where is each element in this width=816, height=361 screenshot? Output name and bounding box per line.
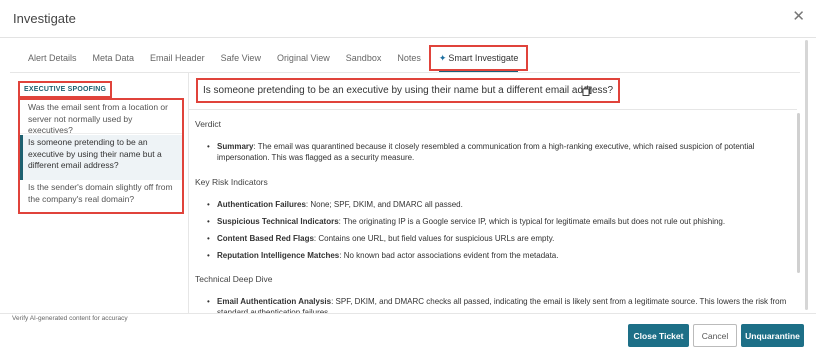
tab-safe-view[interactable]: Safe View xyxy=(213,44,269,72)
list-item: Authentication Failures: None; SPF, DKIM… xyxy=(207,199,793,210)
section-heading-verdict: Verdict xyxy=(195,119,221,129)
dialog-title: Investigate xyxy=(13,11,76,26)
list-item: Content Based Red Flags: Contains one UR… xyxy=(207,233,793,244)
question-item[interactable]: Was the email sent from a location or se… xyxy=(20,102,182,135)
item-label: Content Based Red Flags xyxy=(217,234,314,243)
dialog-header: Investigate ✕ xyxy=(0,0,816,38)
item-text: : Contains one URL, but field values for… xyxy=(313,234,555,243)
item-label: Email Authentication Analysis xyxy=(217,297,332,306)
list-item: Summary: The email was quarantined becau… xyxy=(207,141,793,163)
category-label: EXECUTIVE SPOOFING xyxy=(18,81,113,98)
item-text: : The originating IP is a Google service… xyxy=(338,217,726,226)
dialog-scrollbar[interactable] xyxy=(805,40,808,310)
heading-divider xyxy=(189,109,797,110)
tab-bar: Alert Details Meta Data Email Header Saf… xyxy=(20,44,529,73)
sparkle-icon: ✦ xyxy=(438,53,447,63)
close-icon[interactable]: ✕ xyxy=(792,9,805,25)
cancel-button[interactable]: Cancel xyxy=(693,324,737,347)
answer-panel: Is someone pretending to be an executive… xyxy=(188,73,800,313)
item-text: : The email was quarantined because it c… xyxy=(217,142,755,162)
risk-list: Authentication Failures: None; SPF, DKIM… xyxy=(195,199,793,261)
item-label: Reputation Intelligence Matches xyxy=(217,251,340,260)
answer-content: Verdict Summary: The email was quarantin… xyxy=(195,119,793,313)
content-scrollbar[interactable] xyxy=(797,113,800,273)
question-sidebar: EXECUTIVE SPOOFING Was the email sent fr… xyxy=(10,73,186,313)
verdict-list: Summary: The email was quarantined becau… xyxy=(195,141,793,163)
list-item: Suspicious Technical Indicators: The ori… xyxy=(207,216,793,227)
tab-smart-investigate-label: Smart Investigate xyxy=(448,53,519,63)
question-heading: Is someone pretending to be an executive… xyxy=(196,78,621,103)
tab-original-view[interactable]: Original View xyxy=(269,44,338,72)
item-label: Authentication Failures xyxy=(217,200,306,209)
list-item: Email Authentication Analysis: SPF, DKIM… xyxy=(207,296,793,313)
ai-disclaimer: Verify AI-generated content for accuracy xyxy=(12,315,128,322)
copy-icon[interactable] xyxy=(582,86,592,96)
tab-smart-investigate[interactable]: ✦ Smart Investigate xyxy=(428,45,529,73)
footer-divider xyxy=(0,313,816,314)
question-item-selected[interactable]: Is someone pretending to be an executive… xyxy=(20,135,182,180)
unquarantine-button[interactable]: Unquarantine xyxy=(741,324,804,347)
close-ticket-button[interactable]: Close Ticket xyxy=(628,324,689,347)
list-item: Reputation Intelligence Matches: No know… xyxy=(207,250,793,261)
deep-dive-list: Email Authentication Analysis: SPF, DKIM… xyxy=(195,296,793,313)
tab-meta-data[interactable]: Meta Data xyxy=(85,44,143,72)
section-heading-deep-dive: Technical Deep Dive xyxy=(195,274,273,284)
tab-email-header[interactable]: Email Header xyxy=(142,44,213,72)
tab-sandbox[interactable]: Sandbox xyxy=(338,44,390,72)
item-text: : None; SPF, DKIM, and DMARC all passed. xyxy=(305,200,463,209)
section-heading-risk: Key Risk Indicators xyxy=(195,177,268,187)
question-item[interactable]: Is the sender's domain slightly off from… xyxy=(20,182,182,212)
item-label: Summary xyxy=(217,142,254,151)
tab-notes[interactable]: Notes xyxy=(389,44,429,72)
question-list: Was the email sent from a location or se… xyxy=(18,98,184,214)
item-label: Suspicious Technical Indicators xyxy=(217,217,339,226)
item-text: : No known bad actor associations eviden… xyxy=(339,251,559,260)
tab-alert-details[interactable]: Alert Details xyxy=(20,44,85,72)
